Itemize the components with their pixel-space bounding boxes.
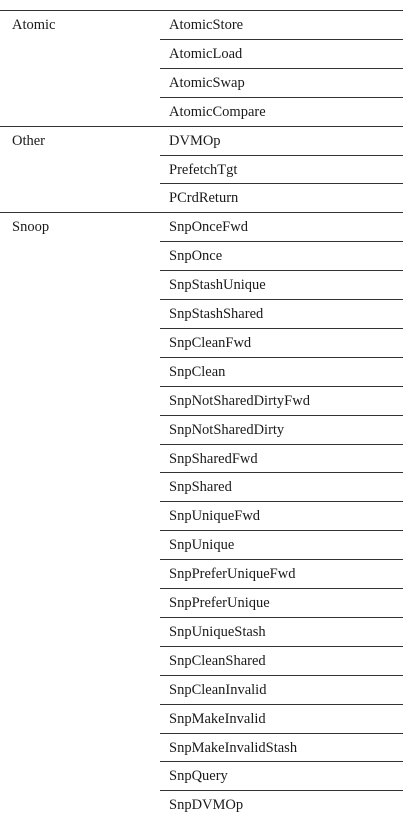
row-divider bbox=[160, 183, 403, 184]
opcode-name: SnpUniqueStash bbox=[169, 624, 266, 640]
row-divider bbox=[160, 646, 403, 647]
opcode-name: SnpSharedFwd bbox=[169, 451, 258, 467]
opcode-name: SnpPreferUnique bbox=[169, 595, 270, 611]
row-divider bbox=[160, 559, 403, 560]
opcode-name: AtomicStore bbox=[169, 17, 244, 33]
row-divider bbox=[160, 155, 403, 156]
opcode-name: SnpOnce bbox=[169, 248, 223, 264]
row-divider bbox=[160, 530, 403, 531]
opcode-name: SnpCleanFwd bbox=[169, 335, 252, 351]
opcode-name: AtomicCompare bbox=[169, 104, 266, 120]
category-label: Atomic bbox=[12, 17, 56, 33]
table-top-rule bbox=[0, 10, 403, 11]
opcode-name: SnpStashUnique bbox=[169, 277, 266, 293]
opcode-name: SnpPreferUniqueFwd bbox=[169, 566, 296, 582]
row-divider bbox=[160, 68, 403, 69]
row-divider bbox=[160, 444, 403, 445]
opcode-name: SnpQuery bbox=[169, 768, 228, 784]
opcode-name: SnpStashShared bbox=[169, 306, 264, 322]
row-divider bbox=[160, 299, 403, 300]
row-divider bbox=[160, 270, 403, 271]
group-divider bbox=[0, 212, 403, 213]
opcode-name: SnpCleanInvalid bbox=[169, 682, 267, 698]
row-divider bbox=[160, 472, 403, 473]
row-divider bbox=[160, 675, 403, 676]
opcode-name: SnpDVMOp bbox=[169, 797, 244, 813]
row-divider bbox=[160, 39, 403, 40]
opcode-name: PrefetchTgt bbox=[169, 162, 238, 178]
opcode-name: SnpCleanShared bbox=[169, 653, 266, 669]
row-divider bbox=[160, 761, 403, 762]
opcode-name: DVMOp bbox=[169, 133, 221, 149]
opcode-name: SnpUnique bbox=[169, 537, 235, 553]
row-divider bbox=[160, 241, 403, 242]
opcode-name: AtomicLoad bbox=[169, 46, 243, 62]
opcode-table: Atomic AtomicStore AtomicLoad AtomicSwap Ato… bbox=[0, 0, 413, 818]
row-divider bbox=[160, 357, 403, 358]
opcode-name: PCrdReturn bbox=[169, 190, 239, 206]
group-divider bbox=[0, 126, 403, 127]
opcode-name: SnpMakeInvalidStash bbox=[169, 740, 298, 756]
opcode-name: SnpUniqueFwd bbox=[169, 508, 261, 524]
category-label: Other bbox=[12, 133, 46, 149]
row-divider bbox=[160, 501, 403, 502]
opcode-name: AtomicSwap bbox=[169, 75, 245, 91]
row-divider bbox=[160, 97, 403, 98]
row-divider bbox=[160, 588, 403, 589]
opcode-name: SnpClean bbox=[169, 364, 226, 380]
row-divider bbox=[160, 415, 403, 416]
opcode-name: SnpNotSharedDirty bbox=[169, 422, 285, 438]
row-divider bbox=[160, 386, 403, 387]
opcode-name: SnpNotSharedDirtyFwd bbox=[169, 393, 310, 409]
row-divider bbox=[160, 617, 403, 618]
row-divider bbox=[160, 733, 403, 734]
opcode-name: SnpShared bbox=[169, 479, 232, 495]
row-divider bbox=[160, 704, 403, 705]
category-label: Snoop bbox=[12, 219, 50, 235]
opcode-name: SnpOnceFwd bbox=[169, 219, 248, 235]
row-divider bbox=[160, 328, 403, 329]
row-divider bbox=[160, 790, 403, 791]
opcode-name: SnpMakeInvalid bbox=[169, 711, 266, 727]
